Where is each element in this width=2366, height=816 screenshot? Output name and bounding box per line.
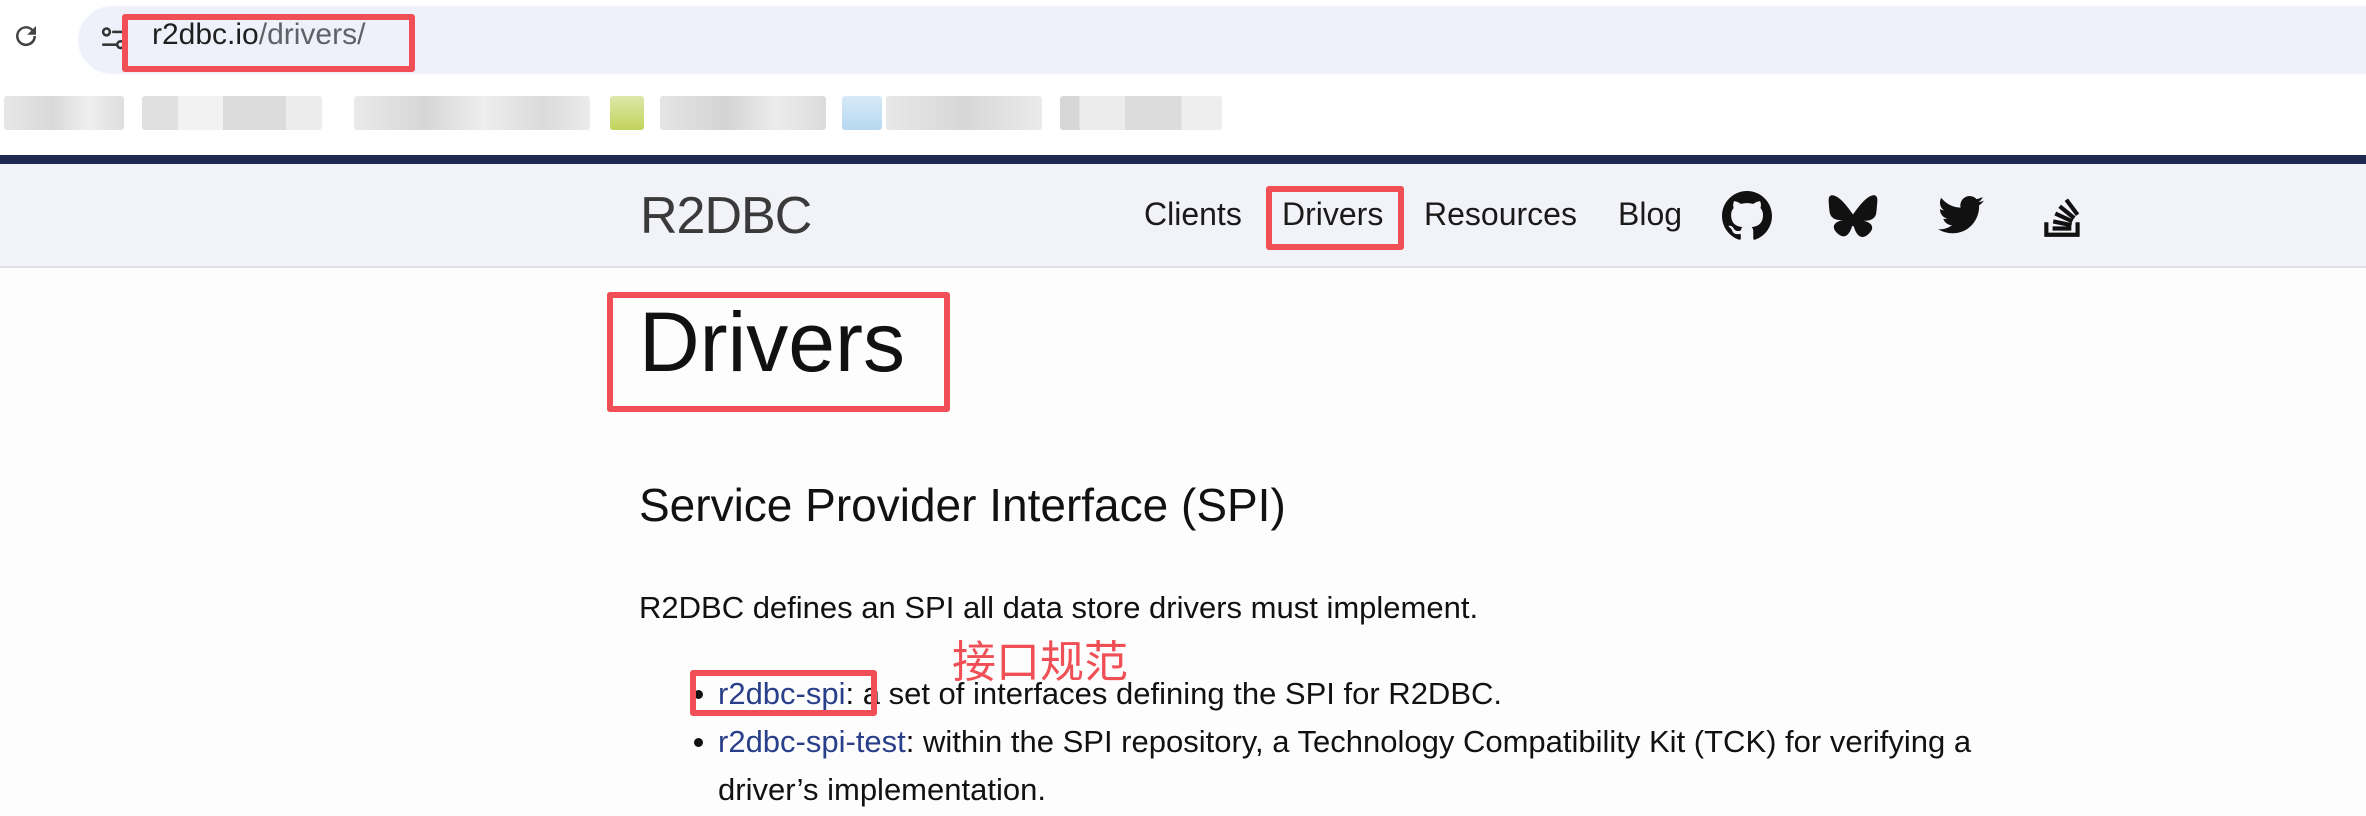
nav-resources[interactable]: Resources [1424, 196, 1577, 233]
list-item-text: : within the SPI repository, a Technolog… [905, 724, 1972, 759]
site-logo[interactable]: R2DBC [640, 186, 812, 246]
annotation-note: 接口规范 [952, 637, 1128, 688]
bookmark-item[interactable] [4, 96, 124, 130]
intro-paragraph: R2DBC defines an SPI all data store driv… [639, 590, 1479, 625]
nav-blog[interactable]: Blog [1618, 196, 1682, 233]
r2dbc-spi-test-link[interactable]: r2dbc-spi-test [718, 724, 906, 759]
bookmark-item[interactable] [610, 96, 644, 130]
list-item-text: : a set of interfaces defining the SPI f… [845, 676, 1503, 711]
address-bar[interactable] [78, 6, 2366, 74]
highlight-spi-link [690, 670, 877, 716]
bookmark-item[interactable] [660, 96, 826, 130]
highlight-title [607, 292, 950, 412]
twitter-icon[interactable] [1936, 191, 1986, 241]
bookmarks-bar [0, 80, 2366, 154]
header-accent-line [0, 155, 2366, 164]
stackoverflow-icon[interactable] [2038, 191, 2088, 241]
list-bullet [694, 738, 703, 747]
list-item-continuation: driver’s implementation. [718, 772, 1046, 807]
bookmark-item[interactable] [886, 96, 1042, 130]
highlight-nav-drivers [1266, 186, 1404, 250]
section-heading: Service Provider Interface (SPI) [639, 479, 1286, 531]
github-icon[interactable] [1722, 191, 1772, 241]
highlight-url [122, 14, 415, 72]
bookmark-item[interactable] [842, 96, 882, 130]
bluesky-icon[interactable] [1828, 191, 1878, 241]
bookmark-item[interactable] [354, 96, 590, 130]
nav-clients[interactable]: Clients [1144, 196, 1242, 233]
bookmark-item[interactable] [1060, 96, 1222, 130]
list-item: r2dbc-spi-test: within the SPI repositor… [694, 718, 1972, 766]
bookmark-item[interactable] [142, 96, 322, 130]
site-navbar: R2DBC Clients Drivers Resources Blog [0, 164, 2366, 268]
reload-icon[interactable] [8, 18, 44, 54]
